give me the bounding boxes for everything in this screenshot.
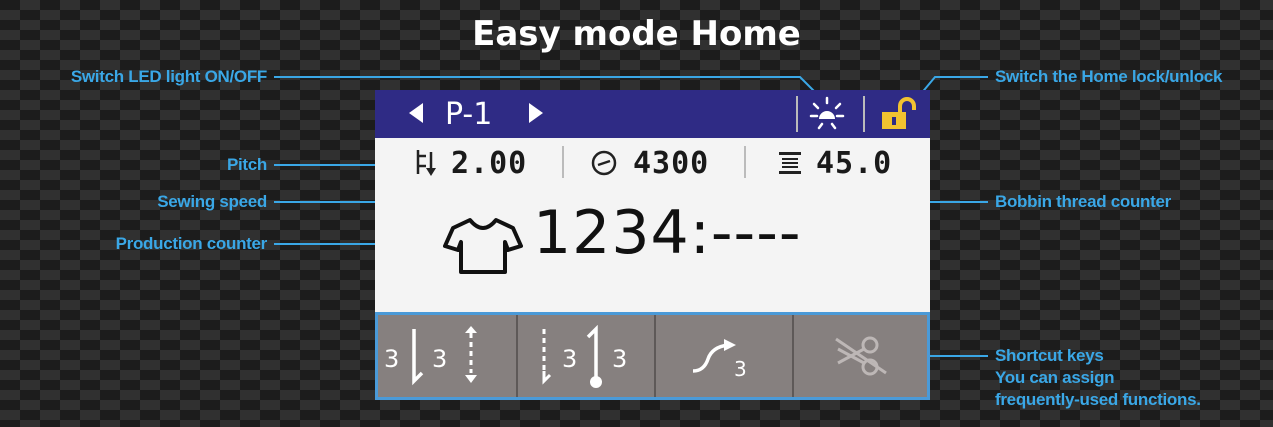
- callout-speed: Sewing speed: [157, 192, 267, 211]
- divider: [796, 96, 798, 132]
- status-row: 2.00 4300 45.0: [375, 138, 930, 188]
- panel-screen: P-1 2.00 4300 45.0 1234:---- 3 3 3 3 3: [375, 90, 930, 400]
- key-digit: 3: [432, 345, 448, 373]
- callout-pitch: Pitch: [226, 155, 267, 174]
- speed-value[interactable]: 4300: [633, 146, 709, 181]
- bobbin-value[interactable]: 45.0: [816, 146, 892, 181]
- divider: [863, 96, 865, 132]
- key-digit: 3: [734, 357, 747, 381]
- pitch-value[interactable]: 2.00: [451, 146, 527, 181]
- callout-lock: Switch the Home lock/unlock: [995, 67, 1223, 86]
- key-digit: 3: [562, 345, 578, 373]
- callout-shortcut: Shortcut keys You can assign frequently-…: [995, 345, 1201, 411]
- callout-led: Switch LED light ON/OFF: [70, 67, 267, 86]
- key-digit: 3: [612, 345, 628, 373]
- reverse-stitch-end-icon: [542, 329, 552, 385]
- callout-bobbin: Bobbin thread counter: [995, 192, 1171, 211]
- shortcut-keys: 3 3 3 3 3: [375, 312, 930, 400]
- scissors-disabled-icon: [835, 336, 887, 376]
- speed-icon: [591, 150, 617, 176]
- program-number: P-1: [445, 97, 493, 132]
- shortcut-key-4[interactable]: [792, 315, 930, 397]
- pitch-icon: [416, 150, 436, 176]
- thread-trim-icon: [692, 339, 736, 373]
- divider: [744, 146, 746, 178]
- bobbin-icon: [779, 152, 801, 174]
- led-light-icon[interactable]: [808, 95, 846, 133]
- shirt-icon: [443, 218, 523, 274]
- callout-shortcut-line1: Shortcut keys: [995, 346, 1104, 365]
- program-prev-button[interactable]: [409, 103, 423, 123]
- callout-shortcut-line3: frequently-used functions.: [995, 390, 1201, 409]
- top-bar: P-1: [375, 90, 930, 138]
- divider: [562, 146, 564, 178]
- program-next-button[interactable]: [529, 103, 543, 123]
- shortcut-key-1[interactable]: 3 3: [378, 315, 518, 397]
- callout-shortcut-line2: You can assign: [995, 368, 1115, 387]
- shortcut-key-3[interactable]: 3: [654, 315, 794, 397]
- reverse-stitch-start-icon: [412, 329, 424, 386]
- reverse-stitch-start-icon: [465, 326, 477, 383]
- shortcut-key-2[interactable]: 3 3: [516, 315, 656, 397]
- reverse-stitch-end-icon: [586, 325, 602, 388]
- callout-production: Production counter: [115, 234, 268, 253]
- key-digit: 3: [384, 345, 400, 373]
- unlock-icon[interactable]: [880, 97, 916, 131]
- production-counter[interactable]: 1234:----: [533, 198, 802, 268]
